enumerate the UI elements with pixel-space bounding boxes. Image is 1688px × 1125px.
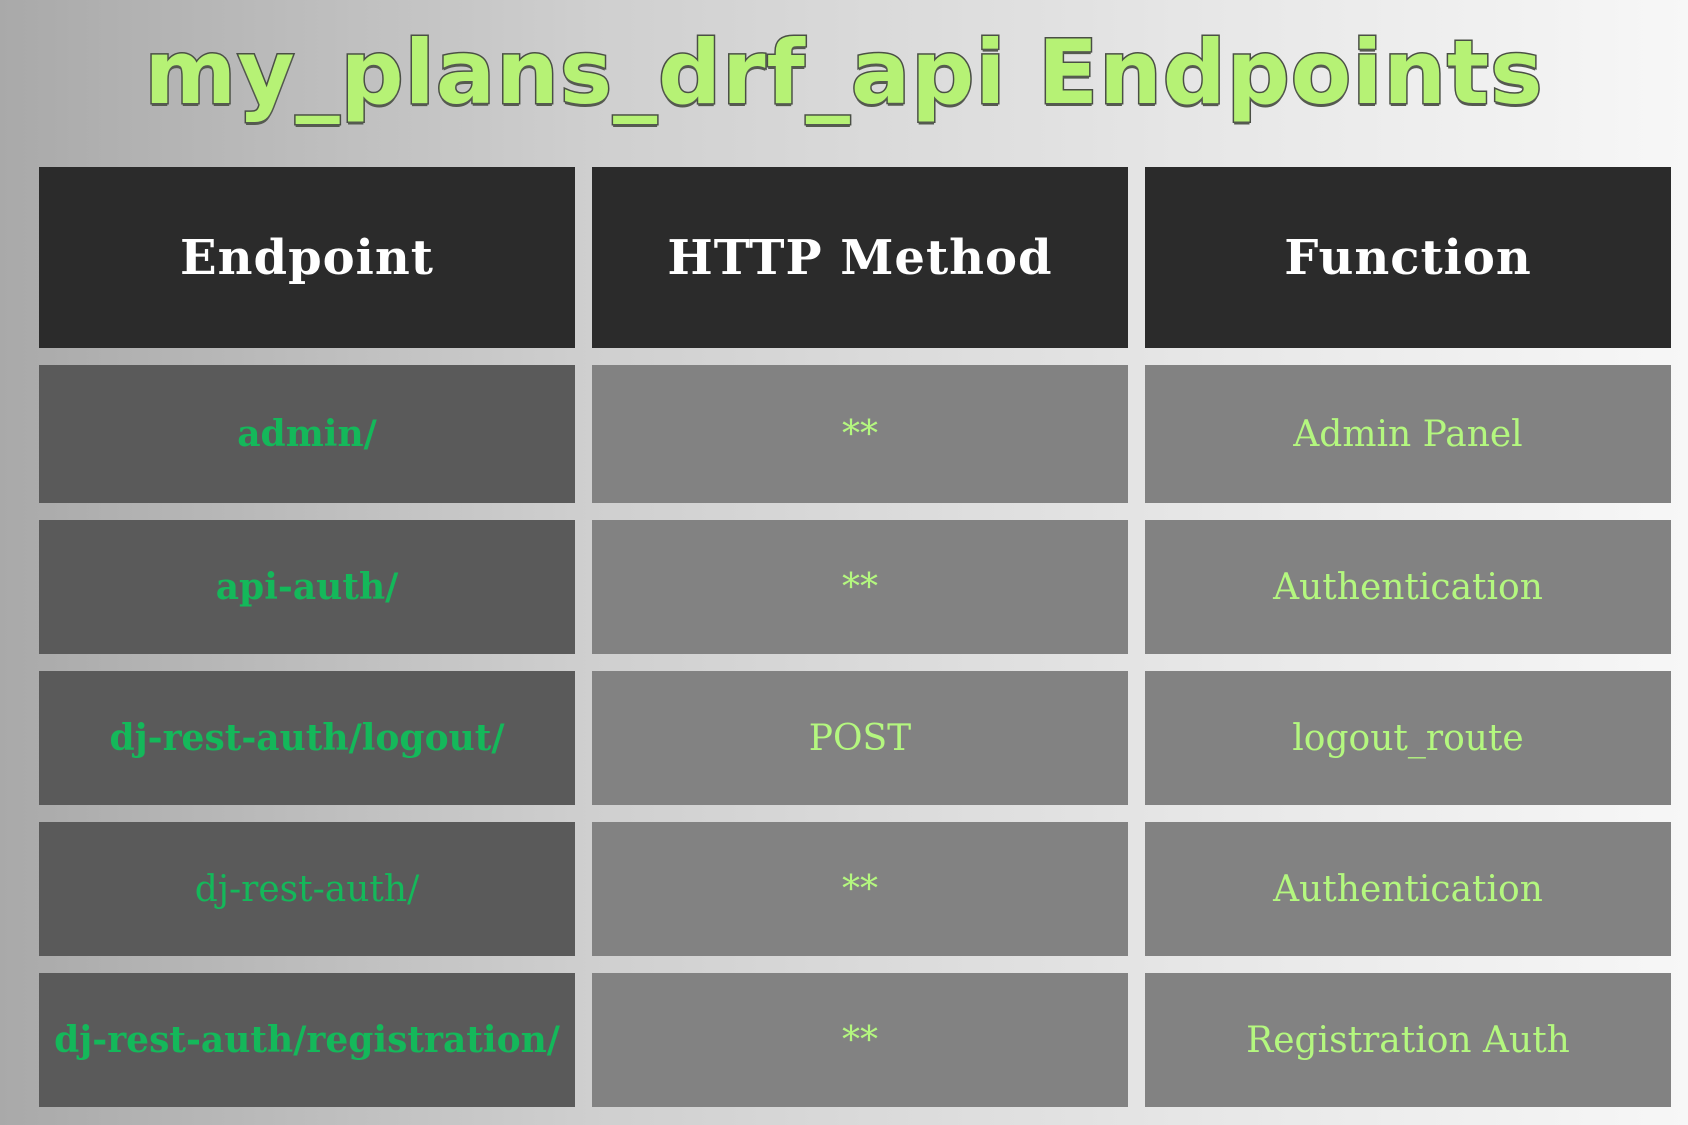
endpoint-cell: admin/	[39, 365, 575, 503]
function-cell: Registration Auth	[1145, 973, 1671, 1107]
endpoint-cell: dj-rest-auth/logout/	[39, 671, 575, 805]
function-cell: Authentication	[1145, 520, 1671, 654]
endpoint-cell: api-auth/	[39, 520, 575, 654]
function-cell: logout_route	[1145, 671, 1671, 805]
header-endpoint: Endpoint	[39, 167, 575, 348]
method-cell: **	[592, 973, 1128, 1107]
function-cell: Admin Panel	[1145, 365, 1671, 503]
method-cell: **	[592, 520, 1128, 654]
header-http-method: HTTP Method	[592, 167, 1128, 348]
method-cell: **	[592, 822, 1128, 956]
page-title: my_plans_drf_api Endpoints	[143, 20, 1544, 126]
endpoint-cell: dj-rest-auth/registration/	[39, 973, 575, 1107]
function-cell: Authentication	[1145, 822, 1671, 956]
method-cell: POST	[592, 671, 1128, 805]
method-cell: **	[592, 365, 1128, 503]
endpoint-cell: dj-rest-auth/	[39, 822, 575, 956]
header-function: Function	[1145, 167, 1671, 348]
endpoints-table: Endpoint HTTP Method Function admin/ ** …	[39, 167, 1672, 1112]
